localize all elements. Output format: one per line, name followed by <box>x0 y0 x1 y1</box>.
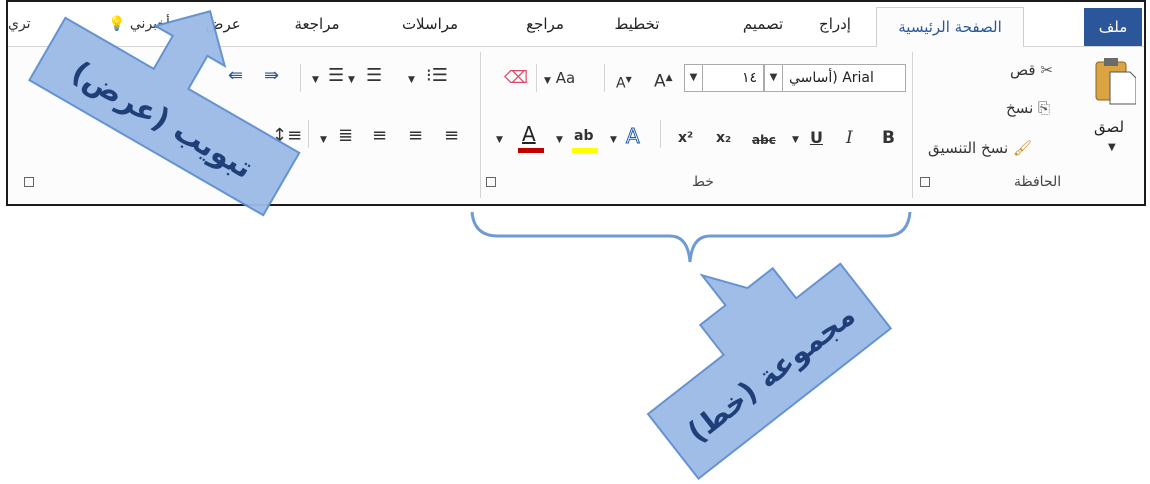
font-group-brace <box>470 211 912 263</box>
annotation-overlay: مجموعة (خط) تبويب (عرض) <box>28 10 912 481</box>
font-group-callout: مجموعة (خط) <box>646 262 893 481</box>
view-tab-callout: تبويب (عرض) <box>28 10 301 217</box>
